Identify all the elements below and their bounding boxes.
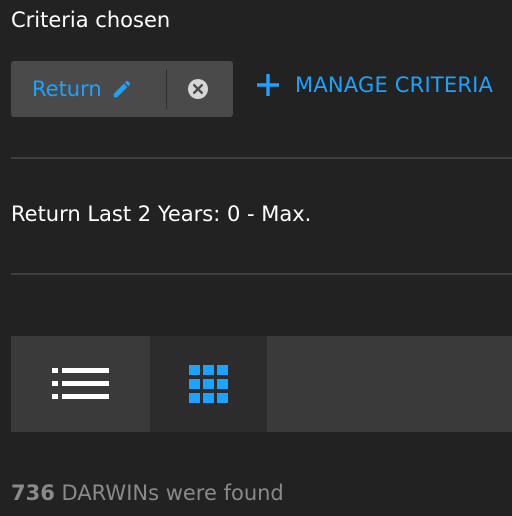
edit-criteria-button[interactable]: Return — [11, 61, 133, 117]
view-bar-spacer — [267, 336, 512, 432]
chip-label: Return — [32, 77, 102, 101]
grid-view-button[interactable] — [150, 336, 267, 432]
plus-icon — [257, 74, 279, 96]
results-count: 736 — [11, 481, 55, 505]
chip-divider — [166, 69, 167, 109]
remove-criteria-button[interactable] — [186, 77, 210, 101]
view-toggle-bar — [11, 336, 512, 432]
list-view-button[interactable] — [11, 336, 150, 432]
grid-icon — [188, 365, 228, 403]
pencil-icon — [111, 78, 133, 100]
close-circle-icon — [188, 79, 208, 99]
criteria-chip: Return — [11, 61, 233, 117]
list-icon — [51, 368, 109, 399]
results-summary: 736 DARWINs were found — [11, 481, 284, 505]
manage-criteria-button[interactable]: MANAGE CRITERIA — [255, 72, 493, 98]
manage-criteria-label: MANAGE CRITERIA — [295, 73, 494, 97]
divider — [11, 273, 512, 275]
divider — [11, 157, 512, 159]
results-text: DARWINs were found — [54, 481, 284, 505]
criteria-summary: Return Last 2 Years: 0 - Max. — [11, 202, 312, 226]
criteria-title: Criteria chosen — [11, 8, 171, 32]
